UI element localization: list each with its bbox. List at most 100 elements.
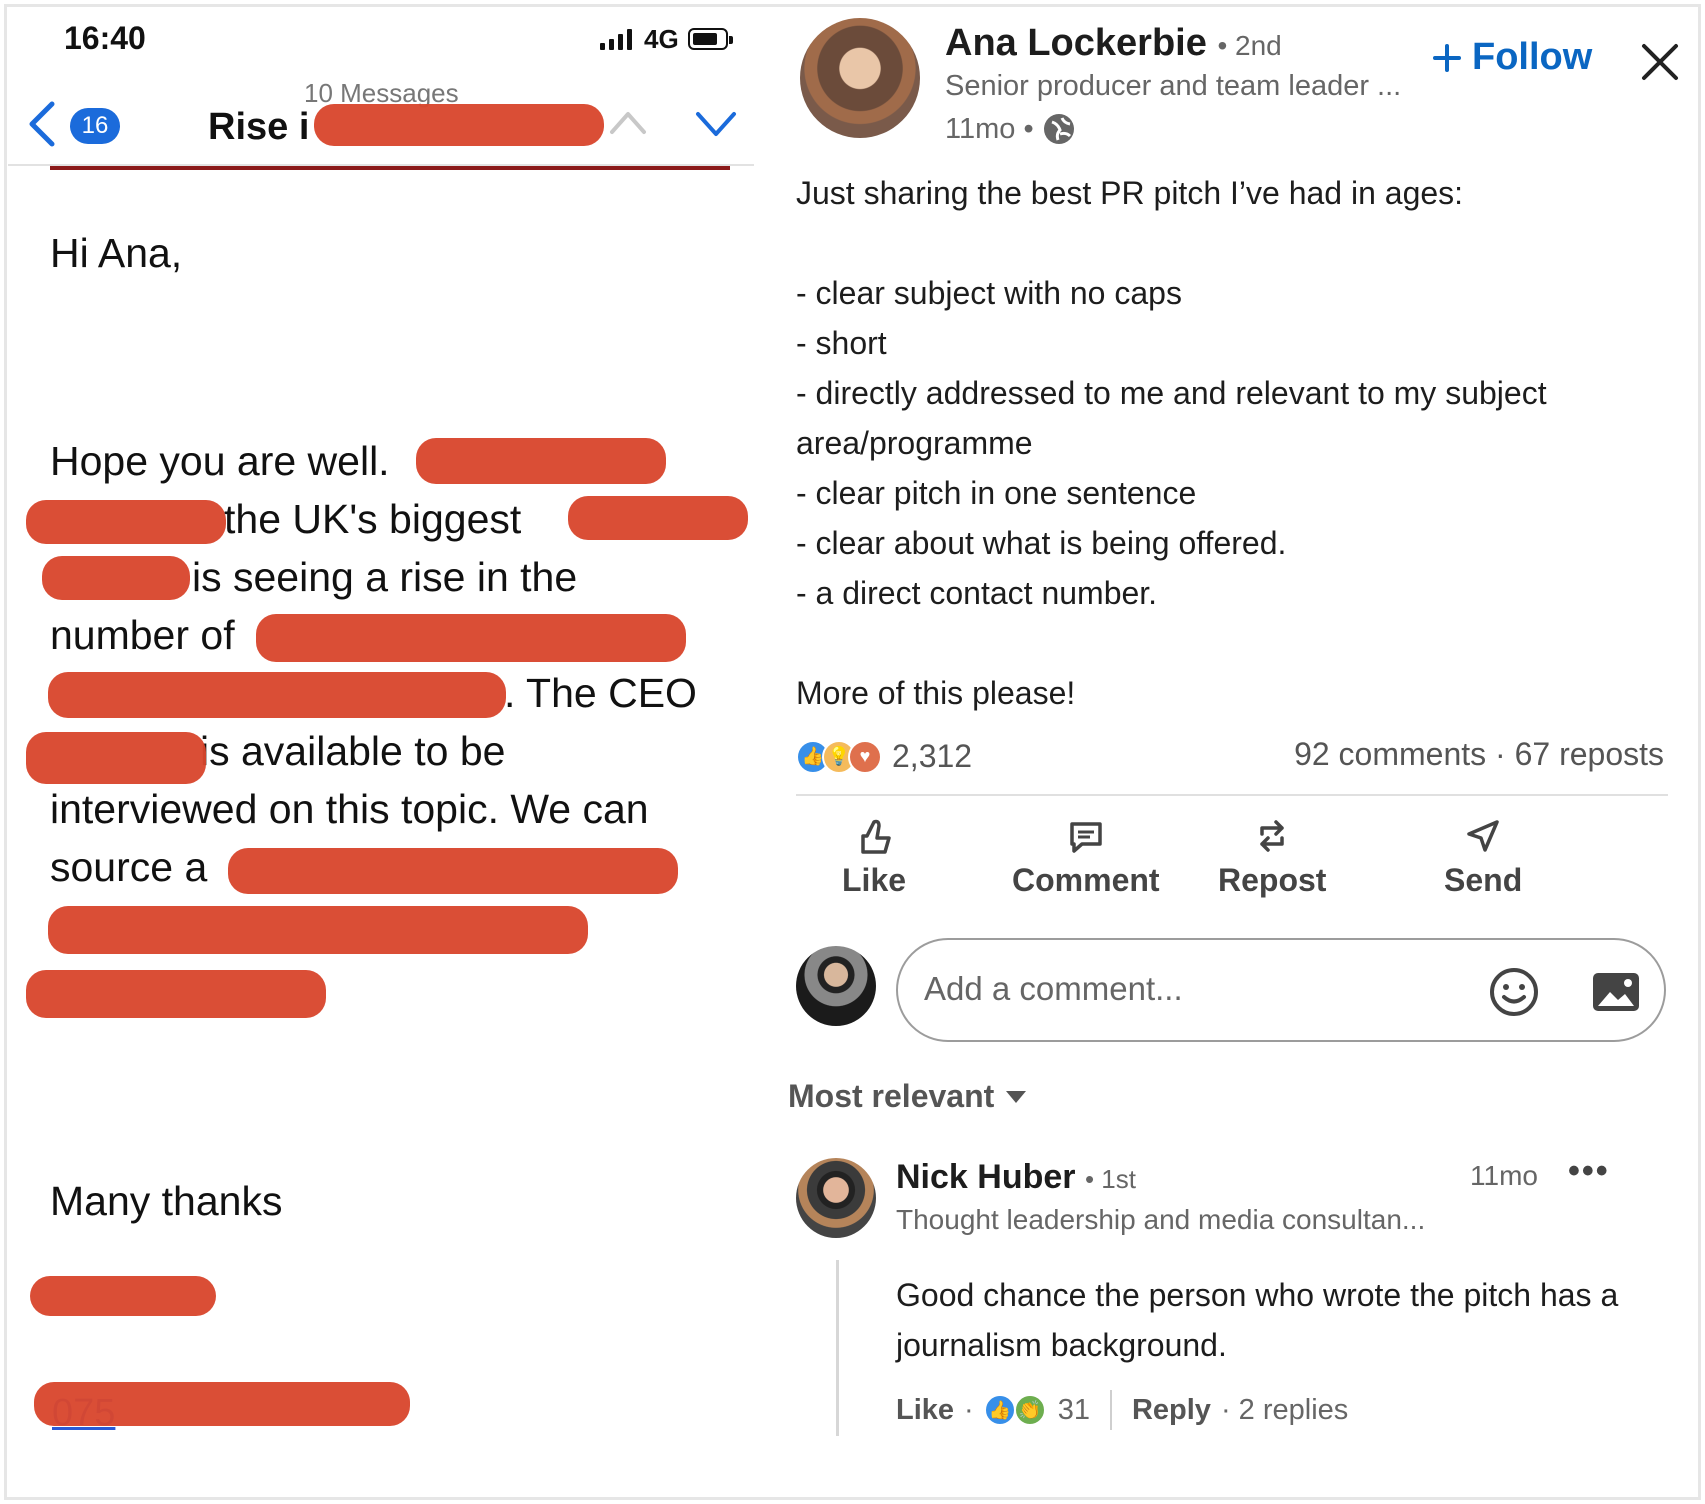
comment-actions: Like · 👍 👏 31 Reply · 2 replies: [896, 1390, 1348, 1430]
emoji-icon[interactable]: [1488, 966, 1540, 1018]
reactions-summary[interactable]: 👍 💡 ♥ 2,312: [796, 738, 972, 775]
reply-button[interactable]: Reply: [1132, 1394, 1211, 1427]
comment-input[interactable]: Add a comment...: [896, 938, 1666, 1042]
email-line-5: . The CEO: [504, 670, 697, 716]
post-bullet: - short: [796, 325, 887, 361]
email-line-2: the UK's biggest: [224, 496, 522, 542]
comment-icon: [1070, 822, 1102, 853]
repost-icon: [1260, 820, 1284, 852]
redaction-mark: [26, 970, 326, 1018]
email-line-3: is seeing a rise in the: [192, 554, 578, 600]
send-icon: [1467, 820, 1499, 852]
commenter-headline: Thought leadership and media consultan..…: [896, 1204, 1426, 1235]
redaction-mark: [314, 104, 604, 146]
email-line-4: number of: [50, 612, 235, 658]
comment-reaction-count: 31: [1057, 1393, 1090, 1426]
current-user-avatar[interactable]: [796, 946, 876, 1026]
redaction-mark: [26, 732, 206, 784]
replies-count[interactable]: · 2 replies: [1221, 1394, 1348, 1427]
email-greeting: Hi Ana,: [50, 230, 183, 276]
redaction-mark: [42, 556, 190, 600]
author-name-text[interactable]: Ana Lockerbie: [945, 22, 1207, 64]
comment-actions-divider: [1109, 1390, 1112, 1430]
email-line-1: Hope you are well.: [50, 438, 390, 484]
comment-text: Good chance the person who wrote the pit…: [896, 1277, 1619, 1363]
comments-reposts-count[interactable]: 92 comments · 67 reposts: [1294, 736, 1664, 773]
redaction-mark: [568, 496, 748, 540]
love-reaction-icon: ♥: [848, 739, 882, 774]
like-reaction-icon: 👍: [983, 1394, 1016, 1426]
redaction-mark: [26, 500, 226, 544]
author-headline: Senior producer and team leader ...: [945, 70, 1402, 102]
repost-label: Repost: [1218, 862, 1327, 898]
unread-badge[interactable]: 16: [70, 108, 120, 144]
celebrate-reaction-icon: 👏: [1013, 1394, 1046, 1426]
next-message-icon[interactable]: [694, 108, 738, 138]
post-bullet: - clear pitch in one sentence: [796, 475, 1197, 511]
image-icon[interactable]: [1590, 970, 1642, 1014]
commenter-name[interactable]: Nick Huber • 1st: [896, 1158, 1136, 1197]
globe-icon: [1043, 114, 1074, 144]
more-options-icon[interactable]: •••: [1568, 1152, 1610, 1191]
author-name[interactable]: Ana Lockerbie • 2nd: [945, 22, 1282, 65]
email-signoff: Many thanks: [50, 1178, 283, 1224]
commenter-name-text[interactable]: Nick Huber: [896, 1158, 1076, 1196]
redaction-mark: [34, 1382, 410, 1426]
sort-dropdown[interactable]: Most relevant: [788, 1078, 1028, 1115]
network-label: 4G: [644, 24, 679, 54]
email-line-7: interviewed on this topic. We can: [50, 786, 649, 832]
header-accent-line: [50, 166, 730, 170]
signal-icon: [600, 28, 632, 50]
email-line-8: source a: [50, 844, 208, 890]
actions-divider: [796, 794, 1668, 796]
back-chevron-icon[interactable]: [24, 100, 60, 148]
comment-label: Comment: [1012, 862, 1160, 898]
redaction-mark: [416, 438, 666, 484]
follow-label: Follow: [1472, 36, 1593, 78]
post-bullet: - clear subject with no caps: [796, 275, 1182, 311]
thumbs-up-icon: [861, 819, 891, 854]
status-time: 16:40: [64, 20, 146, 56]
thread-line: [836, 1260, 839, 1436]
author-degree: • 2nd: [1217, 30, 1282, 61]
caret-down-icon: [1006, 1090, 1027, 1103]
email-screen: 16:40 4G 16 Rise i 10 Messages Hi Ana, H…: [8, 8, 754, 1496]
reaction-count: 2,312: [892, 738, 973, 774]
previous-message-icon[interactable]: [608, 108, 648, 136]
post-meta: 11mo •: [945, 112, 1076, 146]
repost-button[interactable]: Repost: [1218, 816, 1326, 899]
email-line-6: is available to be: [200, 728, 506, 774]
comment-time: 11mo: [1470, 1160, 1538, 1191]
commenter-avatar[interactable]: [796, 1158, 876, 1238]
email-subject: Rise i: [208, 106, 310, 148]
battery-icon: [688, 28, 733, 50]
post-bullet: - directly addressed to me and relevant …: [796, 375, 1547, 461]
redaction-mark: [256, 614, 686, 662]
comment-like-button[interactable]: Like: [896, 1394, 954, 1427]
post-closing: More of this please!: [796, 675, 1076, 711]
redaction-mark: [48, 672, 506, 718]
send-button[interactable]: Send: [1444, 816, 1522, 899]
commenter-degree: • 1st: [1084, 1164, 1136, 1194]
post-intro: Just sharing the best PR pitch I’ve had …: [796, 175, 1464, 211]
redaction-mark: [228, 848, 678, 894]
post-actions: Like Comment Repost Send: [796, 816, 1668, 916]
follow-button[interactable]: Follow: [1432, 36, 1592, 79]
redaction-mark: [30, 1276, 216, 1316]
close-icon[interactable]: [1640, 42, 1680, 82]
sort-label: Most relevant: [788, 1078, 995, 1114]
post-bullet: - clear about what is being offered.: [796, 525, 1287, 561]
plus-icon: [1433, 43, 1461, 72]
author-avatar[interactable]: [800, 18, 920, 138]
post-body: Just sharing the best PR pitch I’ve had …: [796, 168, 1676, 718]
comment-button[interactable]: Comment: [1012, 816, 1160, 899]
comment-placeholder: Add a comment...: [924, 970, 1183, 1007]
like-button[interactable]: Like: [842, 816, 906, 899]
post-bullet: - a direct contact number.: [796, 575, 1158, 611]
linkedin-post: Ana Lockerbie • 2nd Senior producer and …: [780, 8, 1692, 1496]
send-label: Send: [1444, 862, 1523, 898]
redaction-mark: [48, 906, 588, 954]
separator-dot: ·: [964, 1393, 974, 1426]
post-time: 11mo •: [945, 112, 1034, 145]
like-label: Like: [842, 862, 907, 898]
